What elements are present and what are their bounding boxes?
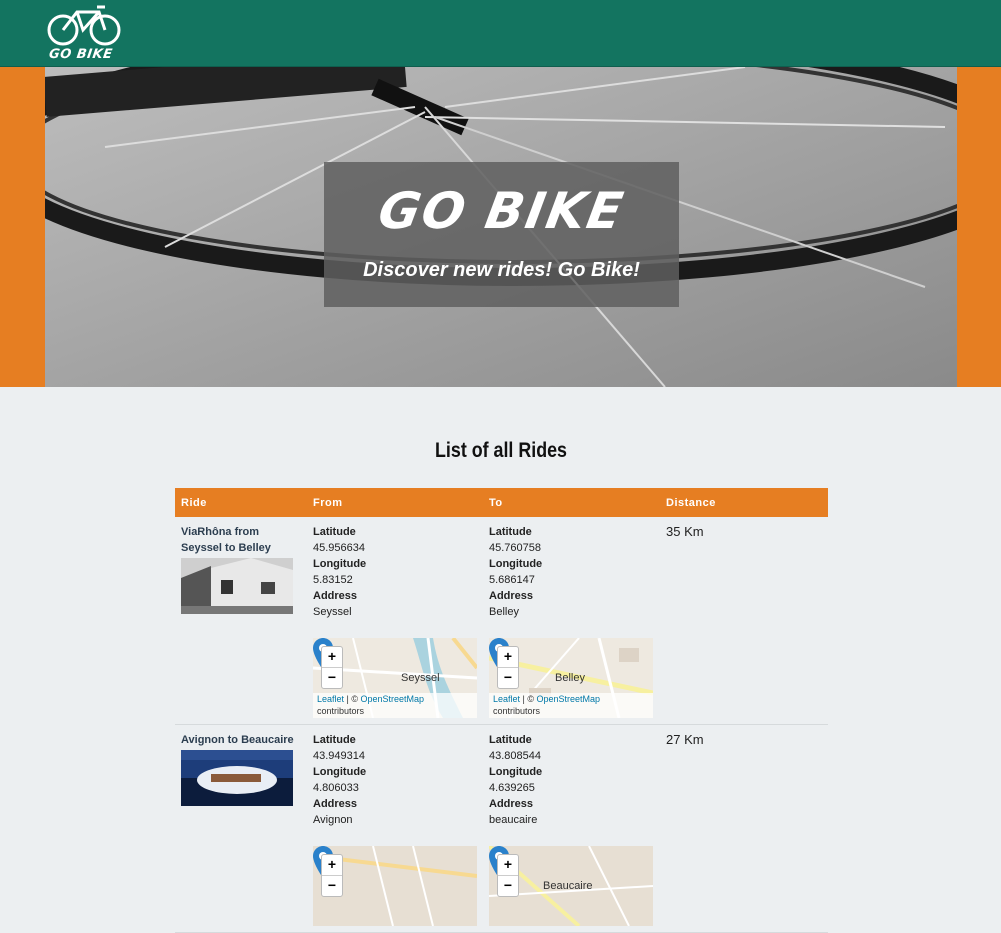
hero-caption-box: GO BIKE Discover new rides! Go Bike! xyxy=(324,162,679,307)
from-longitude-value: 4.806033 xyxy=(313,782,359,794)
to-latitude-label: Latitude xyxy=(489,526,532,538)
bicycle-icon xyxy=(47,5,121,46)
from-latitude-label: Latitude xyxy=(313,734,356,746)
to-address-label: Address xyxy=(489,590,534,602)
main-content: List of all Rides Ride From To Distance … xyxy=(45,387,957,933)
ride-name-link[interactable]: Avignon to Beaucaire xyxy=(181,732,301,748)
to-map[interactable]: Beaucaire + − xyxy=(489,846,653,926)
logo-text: GO BIKE xyxy=(47,47,114,62)
hero-title: GO BIKE xyxy=(374,182,629,240)
hero-subtitle: Discover new rides! Go Bike! xyxy=(363,259,640,281)
from-latitude-label: Latitude xyxy=(313,526,356,538)
to-longitude-label: Longitude xyxy=(489,558,543,570)
hero-banner: GO BIKE Discover new rides! Go Bike! xyxy=(45,67,957,387)
map-zoom-control: + − xyxy=(321,646,343,689)
attribution-separator: | © xyxy=(344,694,361,704)
to-address-label: Address xyxy=(489,798,534,810)
from-map[interactable]: Seyssel + − Leaflet | © OpenStreetMap con… xyxy=(313,638,477,718)
table-row: ViaRhôna from Seyssel to Belley Latitude… xyxy=(175,517,828,725)
from-map[interactable]: + − xyxy=(313,846,477,926)
attribution-contributors: contributors xyxy=(317,706,365,716)
zoom-out-button[interactable]: − xyxy=(322,875,342,896)
from-longitude-label: Longitude xyxy=(313,766,367,778)
to-latitude-value: 43.808544 xyxy=(489,750,541,762)
zoom-in-button[interactable]: + xyxy=(322,647,342,667)
ride-distance: 27 Km xyxy=(666,732,704,747)
zoom-in-button[interactable]: + xyxy=(322,855,342,875)
zoom-in-button[interactable]: + xyxy=(498,855,518,875)
page-title: List of all Rides xyxy=(435,439,567,462)
logo[interactable]: GO BIKE xyxy=(47,4,123,62)
attribution-contributors: contributors xyxy=(493,706,541,716)
to-map[interactable]: Belley + − Leaflet | © OpenStreetMap cont… xyxy=(489,638,653,718)
table-row: Avignon to Beaucaire Latitude 43.949314 … xyxy=(175,724,828,933)
top-navbar: GO BIKE xyxy=(0,0,1001,67)
map-zoom-control: + − xyxy=(497,646,519,689)
from-address-label: Address xyxy=(313,590,358,602)
from-longitude-value: 5.83152 xyxy=(313,574,353,586)
map-place-label: Belley xyxy=(555,672,585,684)
to-longitude-value: 5.686147 xyxy=(489,574,535,586)
column-header-to: To xyxy=(483,488,660,517)
from-address-value: Avignon xyxy=(313,814,353,826)
ride-thumbnail-image[interactable] xyxy=(181,558,293,614)
openstreetmap-link[interactable]: OpenStreetMap xyxy=(537,694,601,704)
column-header-distance: Distance xyxy=(660,488,828,517)
map-place-label: Beaucaire xyxy=(543,880,593,892)
column-header-ride: Ride xyxy=(175,488,307,517)
zoom-out-button[interactable]: − xyxy=(322,667,342,688)
to-longitude-value: 4.639265 xyxy=(489,782,535,794)
to-address-value: beaucaire xyxy=(489,814,538,826)
from-longitude-label: Longitude xyxy=(313,558,367,570)
map-attribution: Leaflet | © OpenStreetMap contributors xyxy=(489,693,653,718)
to-latitude-value: 45.760758 xyxy=(489,542,541,554)
leaflet-link[interactable]: Leaflet xyxy=(317,694,344,704)
ride-thumbnail-image[interactable] xyxy=(181,750,293,806)
zoom-in-button[interactable]: + xyxy=(498,647,518,667)
zoom-out-button[interactable]: − xyxy=(498,875,518,896)
map-place-label: Seyssel xyxy=(401,672,440,684)
to-longitude-label: Longitude xyxy=(489,766,543,778)
to-address-value: Belley xyxy=(489,606,519,618)
attribution-separator: | © xyxy=(520,694,537,704)
map-zoom-control: + − xyxy=(321,854,343,897)
from-latitude-value: 43.949314 xyxy=(313,750,365,762)
leaflet-link[interactable]: Leaflet xyxy=(493,694,520,704)
column-header-from: From xyxy=(307,488,483,517)
ride-distance: 35 Km xyxy=(666,524,704,539)
ride-name-link[interactable]: ViaRhôna from Seyssel to Belley xyxy=(181,524,301,556)
table-header-row: Ride From To Distance xyxy=(175,488,828,517)
openstreetmap-link[interactable]: OpenStreetMap xyxy=(361,694,425,704)
zoom-out-button[interactable]: − xyxy=(498,667,518,688)
from-latitude-value: 45.956634 xyxy=(313,542,365,554)
map-zoom-control: + − xyxy=(497,854,519,897)
map-attribution: Leaflet | © OpenStreetMap contributors xyxy=(313,693,477,718)
from-address-value: Seyssel xyxy=(313,606,352,618)
to-latitude-label: Latitude xyxy=(489,734,532,746)
from-address-label: Address xyxy=(313,798,358,810)
rides-table: Ride From To Distance ViaRhôna from Seys… xyxy=(175,488,828,933)
